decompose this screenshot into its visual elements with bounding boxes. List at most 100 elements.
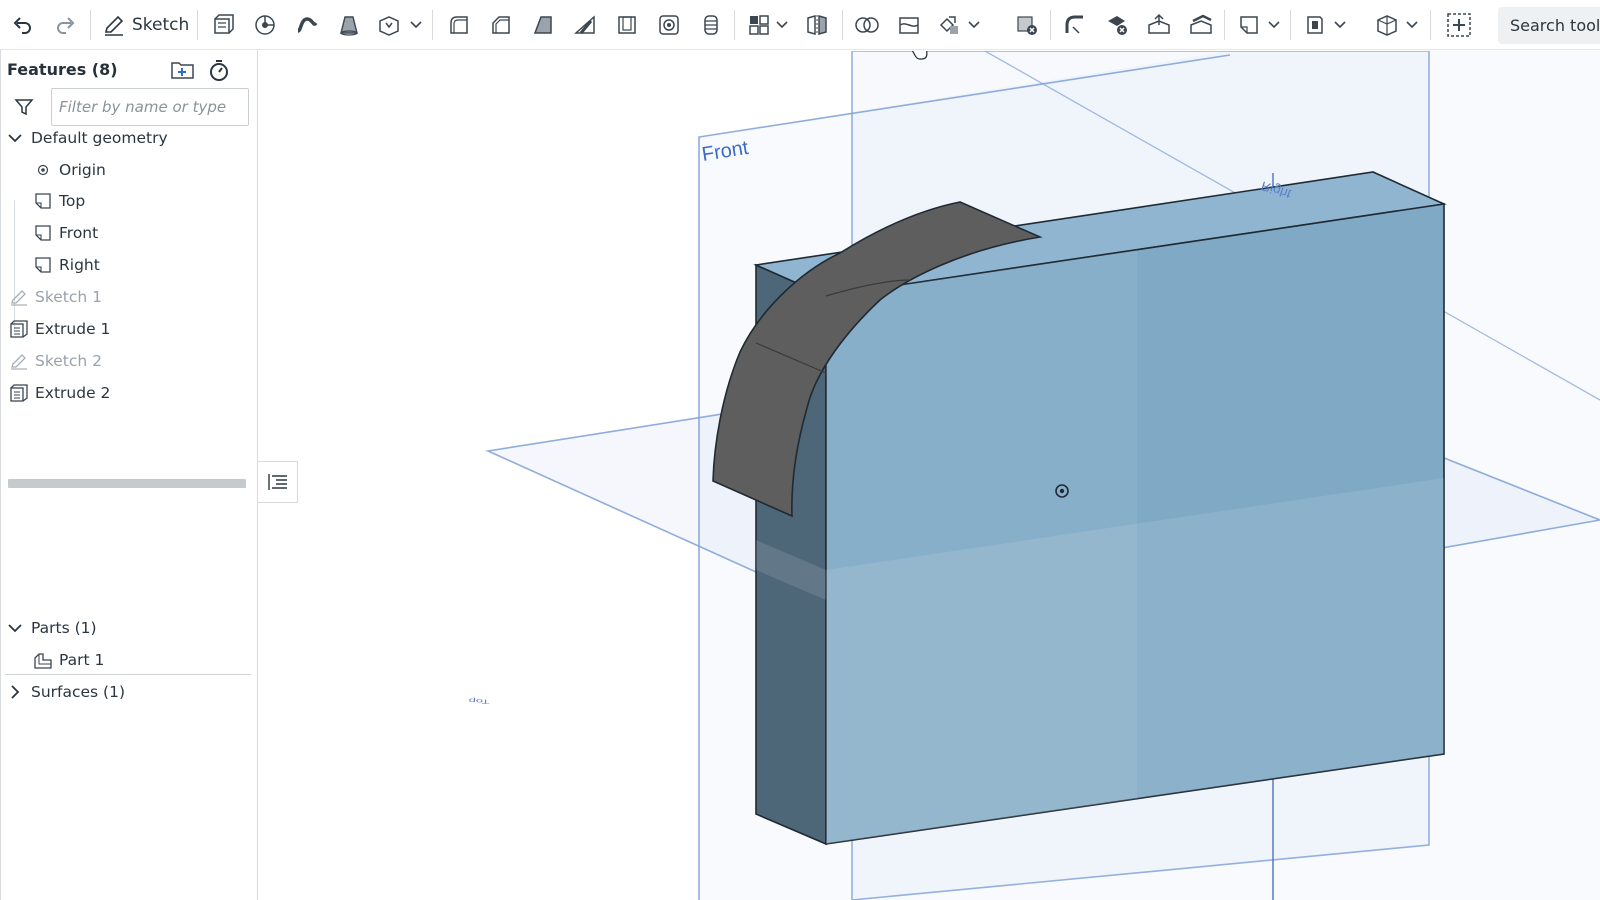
tree-item-front-plane[interactable]: Front [33, 218, 283, 248]
boolean-tool[interactable] [850, 6, 884, 44]
rollback-timer-button[interactable] [205, 56, 233, 84]
boolean-icon [855, 17, 879, 33]
plane-icon [33, 223, 53, 243]
scene-canvas[interactable]: Front Top Right [259, 51, 1600, 900]
sketch-icon [9, 351, 29, 371]
tree-item-label: Top [59, 192, 86, 210]
tree-item-origin[interactable]: Origin [33, 155, 283, 185]
replace-face-icon [1190, 14, 1212, 34]
mirror-tool[interactable] [800, 6, 834, 44]
feature-sketch-2[interactable]: Sketch 2 [9, 346, 259, 376]
add-custom-feature-button[interactable] [1442, 6, 1476, 44]
parts-label: Parts (1) [31, 619, 97, 637]
draft-tool[interactable] [526, 6, 560, 44]
add-folder-button[interactable] [169, 56, 197, 84]
thread-icon [704, 15, 718, 35]
toolbar-separator [432, 10, 433, 40]
feature-sketch-1[interactable]: Sketch 1 [9, 282, 259, 312]
hole-tool[interactable] [652, 6, 686, 44]
pattern-icon [749, 15, 769, 35]
pattern-tool[interactable] [744, 6, 774, 44]
sheet-metal-tool[interactable] [1300, 6, 1330, 44]
chevron-down-icon[interactable] [7, 620, 23, 636]
loft-tool[interactable] [332, 6, 366, 44]
delete-part-tool[interactable] [1010, 6, 1044, 44]
shell-tool[interactable] [610, 6, 644, 44]
move-face-icon [1148, 13, 1170, 34]
chevron-down-icon[interactable] [7, 130, 23, 146]
parts-group[interactable]: Parts (1) [7, 613, 257, 643]
feature-label: Extrude 2 [35, 384, 111, 402]
plane-icon [33, 191, 53, 211]
chevron-right-icon[interactable] [7, 684, 23, 700]
part-label: Part 1 [59, 651, 105, 669]
extrude-icon [9, 383, 29, 403]
transform-icon [939, 16, 958, 34]
delete-part-icon [1017, 16, 1037, 35]
pattern-dropdown[interactable] [775, 6, 789, 44]
filter-icon[interactable] [11, 94, 37, 120]
chevron-down-icon [776, 21, 788, 29]
feature-extrude-1[interactable]: Extrude 1 [9, 314, 259, 344]
graphics-viewport[interactable]: Front Top Right [259, 51, 1600, 900]
chamfer-tool[interactable] [484, 6, 518, 44]
toolbar-separator [842, 10, 843, 40]
transform-tool[interactable] [934, 6, 964, 44]
tree-item-right-plane[interactable]: Right [33, 250, 283, 280]
redo-icon [57, 17, 75, 34]
surfaces-group[interactable]: Surfaces (1) [7, 677, 257, 707]
default-geometry-group[interactable]: Default geometry [7, 123, 257, 153]
tree-item-label: Origin [59, 161, 106, 179]
transform-dropdown[interactable] [967, 6, 981, 44]
thicken-icon [379, 16, 399, 36]
chamfer-icon [492, 16, 510, 34]
sweep-tool[interactable] [290, 6, 324, 44]
frame-icon [1377, 15, 1397, 36]
part-icon [33, 650, 53, 670]
extrude-icon [214, 14, 234, 34]
plane-tool[interactable] [1234, 6, 1264, 44]
feature-label: Extrude 1 [35, 320, 111, 338]
feature-panel: Features (8) Default geometry Origin Top… [0, 50, 258, 900]
frame-tool[interactable] [1372, 6, 1402, 44]
split-tool[interactable] [892, 6, 926, 44]
feature-label: Sketch 1 [35, 288, 103, 306]
extrude-tool[interactable] [206, 6, 240, 44]
feature-list-scrollbar[interactable] [8, 479, 246, 488]
origin-icon [33, 160, 53, 180]
replace-face-tool[interactable] [1184, 6, 1218, 44]
tree-item-top-plane[interactable]: Top [33, 186, 283, 216]
search-tools-button[interactable]: Search tools [1498, 7, 1600, 44]
feature-filter-input[interactable] [51, 88, 249, 126]
plane-dropdown[interactable] [1267, 6, 1281, 44]
delete-face-icon [1108, 16, 1127, 35]
redo-button[interactable] [50, 6, 80, 44]
draft-icon [533, 16, 552, 34]
part-item[interactable]: Part 1 [33, 645, 283, 675]
revolve-icon [255, 15, 275, 35]
move-face-tool[interactable] [1142, 6, 1176, 44]
rib-icon [574, 15, 595, 34]
stopwatch-icon [210, 60, 228, 81]
delete-face-tool[interactable] [1100, 6, 1134, 44]
pencil-icon [104, 15, 124, 36]
thicken-dropdown[interactable] [409, 6, 423, 44]
tree-item-label: Right [59, 256, 100, 274]
sheet-metal-dropdown[interactable] [1333, 6, 1347, 44]
undo-button[interactable] [8, 6, 38, 44]
chevron-down-icon [410, 21, 422, 29]
revolve-tool[interactable] [248, 6, 282, 44]
feature-label: Sketch 2 [35, 352, 103, 370]
fillet-icon [450, 16, 468, 34]
rib-tool[interactable] [568, 6, 602, 44]
plane-icon [1240, 16, 1258, 34]
thicken-tool[interactable] [374, 6, 404, 44]
fillet-tool[interactable] [442, 6, 476, 44]
thread-tool[interactable] [694, 6, 728, 44]
feature-extrude-2[interactable]: Extrude 2 [9, 378, 259, 408]
sketch-button[interactable]: Sketch [100, 6, 192, 44]
modify-fillet-tool[interactable] [1058, 6, 1092, 44]
frame-dropdown[interactable] [1405, 6, 1419, 44]
undo-icon [13, 17, 31, 34]
default-geometry-label: Default geometry [31, 129, 168, 147]
